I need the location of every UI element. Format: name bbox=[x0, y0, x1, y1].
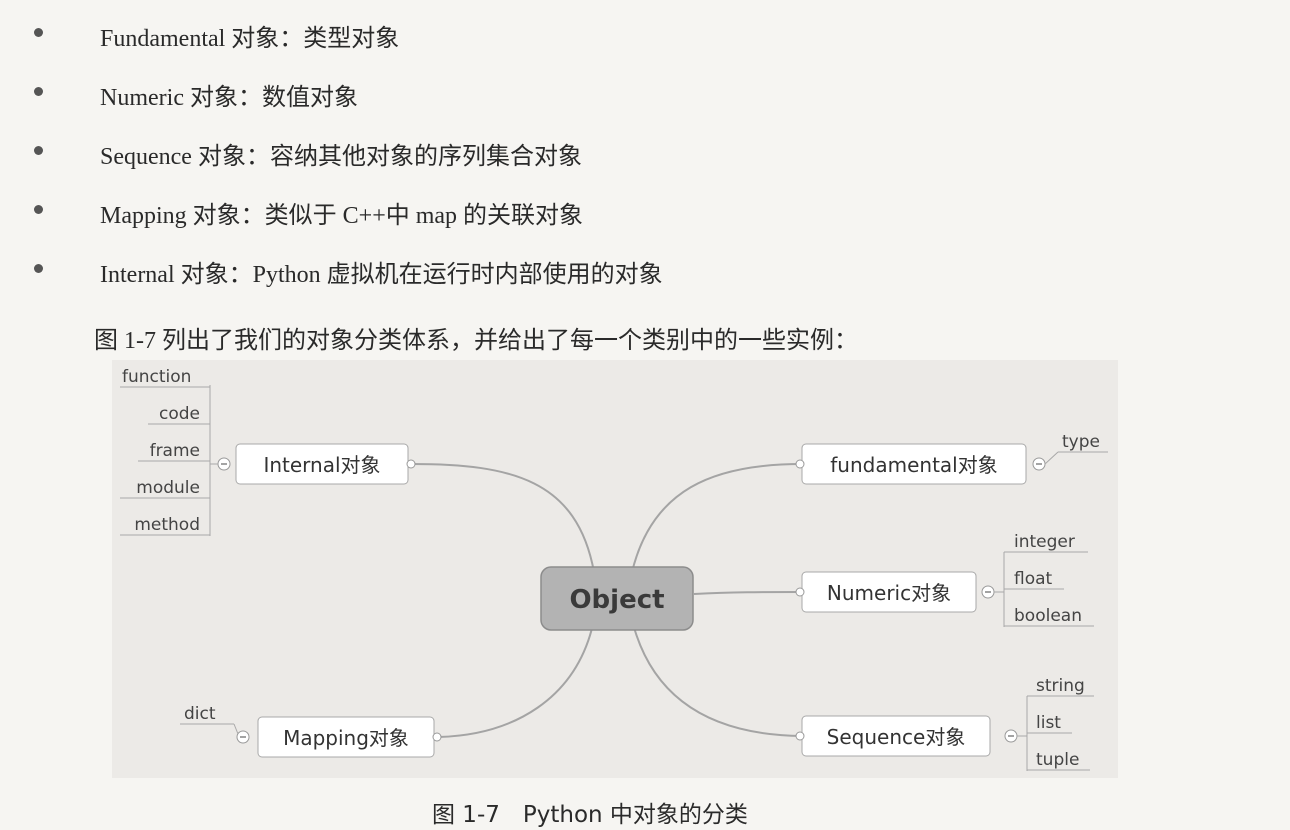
bullet-dot bbox=[34, 28, 43, 37]
leaf-label: list bbox=[1036, 713, 1061, 733]
connector-mapping bbox=[438, 619, 595, 738]
leaf-label: type bbox=[1062, 432, 1100, 452]
branch-handle bbox=[795, 587, 805, 597]
leaf-label: frame bbox=[150, 441, 200, 461]
branch-handle bbox=[406, 459, 416, 469]
branch-label-internal: Internal对象 bbox=[263, 453, 380, 477]
leaf-label: float bbox=[1014, 569, 1053, 589]
list-item: Numeric 对象：数值对象 bbox=[0, 71, 1000, 111]
leaf-label: dict bbox=[184, 704, 216, 724]
branch-label-fundamental: fundamental对象 bbox=[830, 453, 997, 477]
bullet-dot bbox=[34, 87, 43, 96]
intro-paragraph: 图 1-7 列出了我们的对象分类体系，并给出了每一个类别中的一些实例： bbox=[94, 328, 858, 354]
leaf-label: boolean bbox=[1014, 606, 1082, 626]
connector-fundamental bbox=[631, 463, 803, 573]
bullet-dot bbox=[34, 205, 43, 214]
list-item-text: Fundamental 对象：类型对象 bbox=[100, 26, 400, 52]
list-item: Mapping 对象：类似于 C++中 map 的关联对象 bbox=[0, 189, 1000, 229]
figure-caption: 图 1-7 Python 中对象的分类 bbox=[432, 802, 748, 828]
list-item-text: Internal 对象：Python 虚拟机在运行时内部使用的对象 bbox=[100, 262, 663, 288]
root-label: Object bbox=[569, 585, 664, 615]
bullet-dot bbox=[34, 146, 43, 155]
branch-handle bbox=[795, 459, 805, 469]
list-item-text: Mapping 对象：类似于 C++中 map 的关联对象 bbox=[100, 203, 584, 229]
leaf-label: code bbox=[159, 404, 200, 424]
leaf-label: function bbox=[122, 367, 191, 387]
leaf-label: module bbox=[136, 478, 200, 498]
bullet-dot bbox=[34, 264, 43, 273]
branch-label-mapping: Mapping对象 bbox=[283, 726, 409, 750]
leaf-label: method bbox=[134, 515, 200, 535]
list-item: Internal 对象：Python 虚拟机在运行时内部使用的对象 bbox=[0, 248, 1000, 288]
connector-internal bbox=[411, 463, 595, 573]
list-item: Sequence 对象：容纳其他对象的序列集合对象 bbox=[0, 130, 1000, 170]
mindmap-svg: Object Internal对象 function code frame mo… bbox=[120, 367, 1108, 771]
branch-handle bbox=[432, 732, 442, 742]
list-item: Fundamental 对象：类型对象 bbox=[0, 12, 1000, 52]
leaf-label: tuple bbox=[1036, 750, 1079, 770]
mindmap-diagram: Object Internal对象 function code frame mo… bbox=[112, 360, 1118, 778]
list-item-text: Sequence 对象：容纳其他对象的序列集合对象 bbox=[100, 144, 582, 170]
branch-label-sequence: Sequence对象 bbox=[827, 725, 966, 749]
list-item-text: Numeric 对象：数值对象 bbox=[100, 85, 358, 111]
leaf-label: integer bbox=[1014, 532, 1075, 552]
connector-sequence bbox=[631, 619, 803, 737]
branch-handle bbox=[795, 731, 805, 741]
branch-label-numeric: Numeric对象 bbox=[827, 581, 951, 605]
leaf-label: string bbox=[1036, 676, 1085, 696]
connector-numeric bbox=[693, 591, 803, 595]
